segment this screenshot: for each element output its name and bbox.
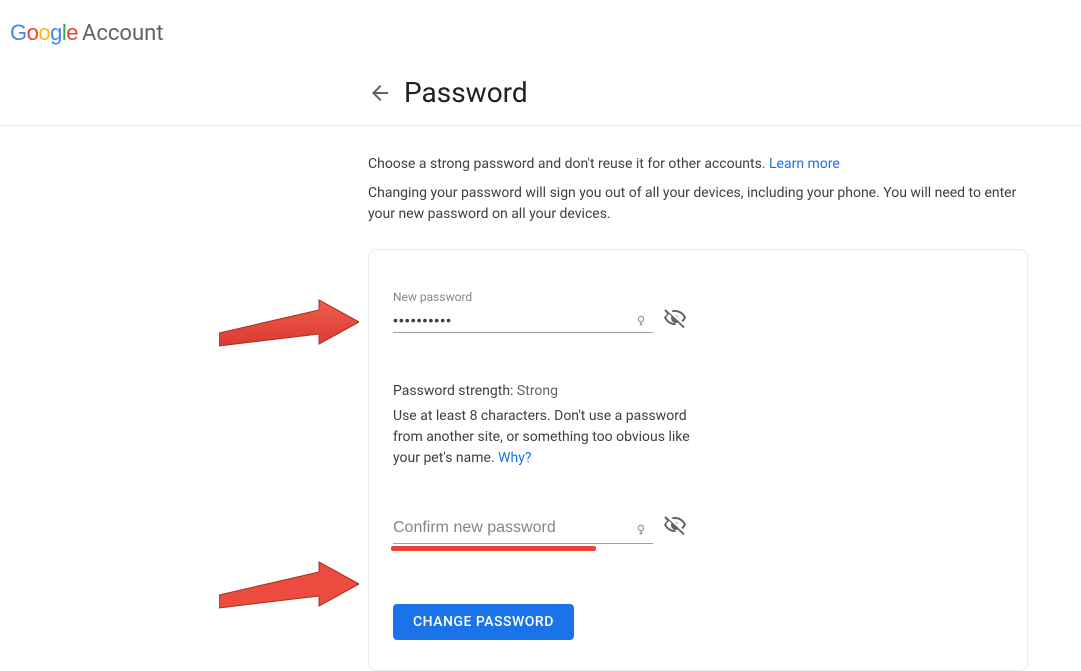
annotation-arrow-1 (219, 298, 359, 348)
password-manager-icon[interactable] (633, 313, 649, 329)
password-manager-icon[interactable] (633, 522, 649, 538)
google-logo: Google (10, 20, 78, 46)
back-arrow-icon[interactable] (368, 81, 392, 105)
password-card: New password Password strength: Strong U… (368, 249, 1028, 671)
intro-text-1: Choose a strong password and don't reuse… (368, 156, 769, 172)
toggle-visibility-icon[interactable] (663, 513, 687, 537)
change-password-button[interactable]: CHANGE PASSWORD (393, 604, 574, 640)
new-password-label: New password (393, 290, 693, 304)
app-header: Google Account (0, 0, 1081, 66)
new-password-field: New password (393, 290, 693, 333)
strength-value: Strong (517, 383, 558, 399)
intro-line-2: Changing your password will sign you out… (368, 183, 1028, 225)
product-name: Account (82, 21, 163, 46)
strength-block: Password strength: Strong Use at least 8… (393, 381, 693, 469)
new-password-row (393, 310, 653, 333)
strength-hint-text: Use at least 8 characters. Don't use a p… (393, 408, 690, 466)
strength-label: Password strength: (393, 383, 513, 399)
strength-row: Password strength: Strong (393, 381, 693, 402)
confirm-password-input[interactable] (393, 517, 633, 543)
content: Choose a strong password and don't reuse… (368, 126, 1028, 671)
title-row: Password (368, 66, 1081, 125)
learn-more-link[interactable]: Learn more (769, 156, 840, 172)
annotation-underline (391, 546, 596, 551)
annotation-arrow-2 (219, 560, 359, 610)
confirm-password-field (393, 517, 693, 544)
toggle-visibility-icon[interactable] (663, 306, 687, 330)
confirm-password-row (393, 517, 653, 544)
page-title: Password (404, 76, 528, 109)
intro-line-1: Choose a strong password and don't reuse… (368, 154, 1028, 175)
why-link[interactable]: Why? (498, 450, 531, 466)
strength-hint: Use at least 8 characters. Don't use a p… (393, 406, 693, 469)
new-password-input[interactable] (393, 310, 633, 332)
